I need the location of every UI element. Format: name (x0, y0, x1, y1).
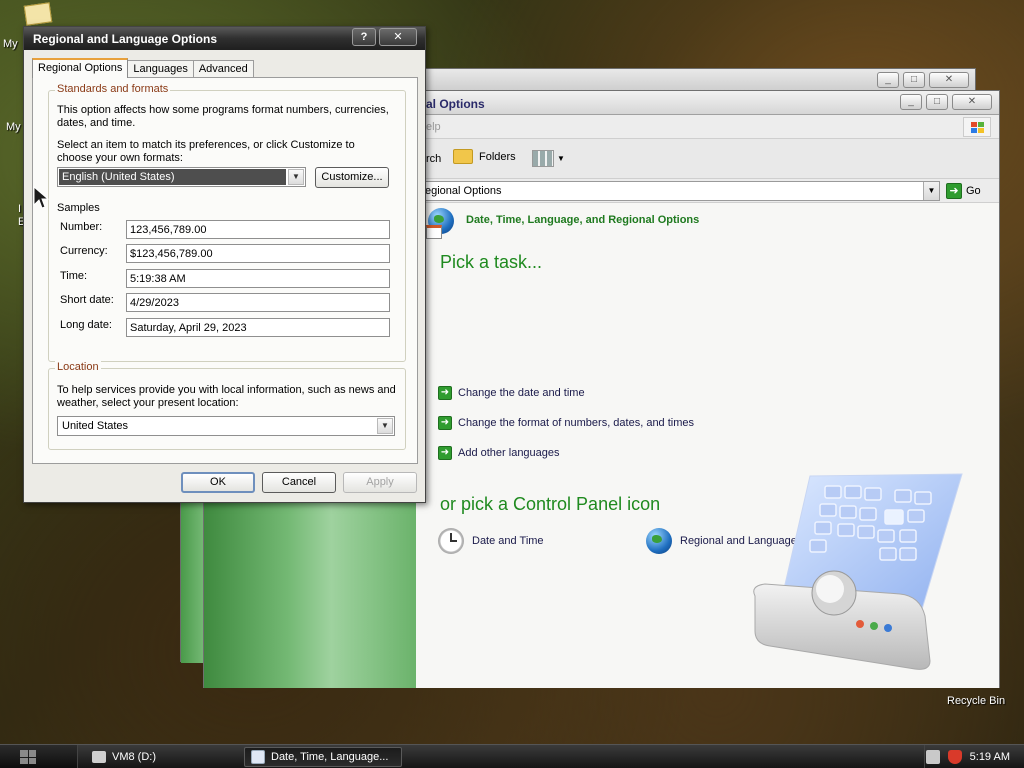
task-arrow-icon: ➜ (438, 446, 452, 460)
menu-help[interactable]: elp (426, 121, 441, 133)
task-label: Change the format of numbers, dates, and… (458, 417, 695, 429)
standards-description: This option affects how some programs fo… (57, 104, 389, 129)
task-add-languages[interactable]: ➜ Add other languages (438, 446, 560, 460)
address-value: egional Options (425, 185, 502, 197)
regional-language-dialog[interactable]: Regional and Language Options ? ✕ Region… (23, 26, 426, 503)
sample-short-date-label: Short date: (60, 294, 114, 306)
dialog-title: Regional and Language Options (33, 32, 218, 46)
taskbar-item-label: VM8 (D:) (112, 751, 156, 763)
task-arrow-icon: ➜ (438, 386, 452, 400)
desktop-icon-label[interactable]: I (18, 203, 21, 215)
sample-number-value: 123,456,789.00 (126, 220, 390, 239)
taskbar-item-date-time-language[interactable]: Date, Time, Language... (244, 747, 402, 767)
taskbar: VM8 (D:) Date, Time, Language... 5:19 AM (0, 744, 1024, 768)
maximize-icon[interactable]: □ (903, 72, 925, 88)
close-icon[interactable]: ✕ (952, 94, 992, 110)
clock-icon (438, 528, 464, 554)
task-label: Add other languages (458, 447, 560, 459)
ok-button[interactable]: OK (181, 472, 255, 493)
samples-label: Samples (57, 202, 100, 214)
dialog-titlebar[interactable]: Regional and Language Options ? ✕ (24, 27, 425, 50)
chevron-down-icon: ▼ (557, 154, 565, 163)
sample-currency-value: $123,456,789.00 (126, 244, 390, 263)
folders-button[interactable]: Folders (453, 149, 516, 164)
standards-formats-group: Standards and formats This option affect… (48, 83, 406, 362)
tab-languages[interactable]: Languages (127, 60, 194, 78)
locale-value: English (United States) (59, 169, 286, 185)
go-button[interactable]: ➜ Go (946, 182, 981, 200)
location-description: To help services provide you with local … (57, 384, 396, 409)
close-button[interactable]: ✕ (379, 28, 417, 46)
drive-icon (92, 751, 106, 763)
start-button[interactable] (0, 745, 78, 768)
windows-logo-icon (20, 750, 36, 764)
address-field[interactable]: egional Options ▼ (418, 181, 940, 201)
network-icon[interactable] (925, 750, 940, 764)
desktop-icon-label[interactable]: My (3, 38, 18, 50)
desktop-icon-label[interactable]: My (6, 121, 21, 133)
help-button[interactable]: ? (352, 28, 376, 46)
taskbar-item-label: Date, Time, Language... (271, 751, 389, 763)
chevron-down-icon[interactable]: ▼ (923, 182, 939, 200)
location-label: Location (55, 361, 101, 373)
views-button[interactable]: ▼ (532, 150, 565, 167)
search-button[interactable]: rch (426, 153, 441, 165)
sample-long-date-label: Long date: (60, 319, 112, 331)
minimize-icon[interactable]: _ (877, 72, 899, 88)
icon-label: Date and Time (472, 535, 544, 547)
sample-long-date-value: Saturday, April 29, 2023 (126, 318, 390, 337)
recycle-bin-label[interactable]: Recycle Bin (947, 695, 1005, 707)
category-title: Date, Time, Language, and Regional Optio… (466, 214, 700, 226)
control-panel-watermark-graphic (753, 473, 963, 670)
go-arrow-icon: ➜ (946, 183, 962, 199)
sample-short-date-value: 4/29/2023 (126, 293, 390, 312)
task-change-format[interactable]: ➜ Change the format of numbers, dates, a… (438, 416, 694, 430)
task-arrow-icon: ➜ (438, 416, 452, 430)
envelope-icon[interactable] (23, 2, 53, 26)
minimize-icon[interactable]: _ (900, 94, 922, 110)
location-value: United States (62, 420, 129, 432)
window-title: al Options (426, 97, 485, 111)
tab-strip: Regional Options Languages Advanced (32, 58, 254, 78)
control-panel-icon (251, 750, 265, 764)
customize-button[interactable]: Customize... (315, 167, 389, 188)
chevron-down-icon[interactable]: ▼ (288, 169, 304, 185)
apply-button[interactable]: Apply (343, 472, 417, 493)
location-select[interactable]: United States ▼ (57, 416, 395, 436)
security-shield-icon[interactable] (947, 750, 962, 764)
windows-flag-icon (963, 117, 991, 137)
pick-icon-heading: or pick a Control Panel icon (440, 494, 661, 514)
sample-currency-label: Currency: (60, 245, 108, 257)
tab-advanced[interactable]: Advanced (192, 60, 254, 78)
locale-select[interactable]: English (United States) ▼ (57, 167, 306, 187)
views-grid-icon (532, 150, 554, 167)
taskbar-item-vm8[interactable]: VM8 (D:) (86, 747, 236, 767)
clock-text[interactable]: 5:19 AM (970, 751, 1010, 763)
chevron-down-icon[interactable]: ▼ (377, 418, 393, 434)
tab-panel-regional-options: Standards and formats This option affect… (32, 77, 418, 464)
task-change-date-time[interactable]: ➜ Change the date and time (438, 386, 585, 400)
tab-regional-options[interactable]: Regional Options (32, 58, 129, 78)
go-label: Go (966, 185, 981, 197)
sample-time-label: Time: (60, 270, 88, 282)
mouse-cursor-icon (33, 186, 49, 209)
date-and-time-icon-item[interactable]: Date and Time (438, 528, 544, 554)
globe-icon (646, 528, 672, 554)
pick-task-heading: Pick a task... (440, 252, 543, 272)
folders-label: Folders (479, 150, 516, 163)
maximize-icon[interactable]: □ (926, 94, 948, 110)
sample-number-label: Number: (60, 221, 103, 233)
location-group: Location To help services provide you wi… (48, 361, 406, 450)
cancel-button[interactable]: Cancel (262, 472, 336, 493)
select-description: Select an item to match its preferences,… (57, 139, 355, 164)
folder-icon (453, 149, 473, 164)
sample-time-value: 5:19:38 AM (126, 269, 390, 288)
system-tray: 5:19 AM (924, 745, 1024, 768)
task-label: Change the date and time (458, 387, 585, 399)
calendar-icon (426, 225, 442, 239)
standards-formats-label: Standards and formats (55, 83, 171, 95)
close-icon[interactable]: ✕ (929, 72, 969, 88)
